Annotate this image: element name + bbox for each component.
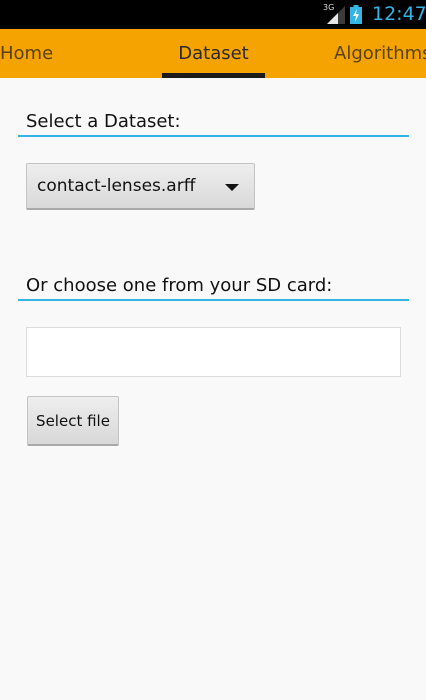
app-screen: 3G 12:47 Home Dataset Algorithms Select … bbox=[0, 0, 426, 700]
tab-algorithms[interactable]: Algorithms bbox=[334, 29, 426, 78]
tab-home[interactable]: Home bbox=[0, 29, 53, 78]
status-clock: 12:47 bbox=[372, 3, 426, 25]
tab-bar: Home Dataset Algorithms bbox=[0, 29, 426, 78]
select-file-button[interactable]: Select file bbox=[27, 396, 119, 446]
selected-tab-indicator bbox=[162, 73, 265, 78]
tab-dataset[interactable]: Dataset bbox=[162, 29, 265, 78]
battery-charging-icon bbox=[350, 5, 362, 24]
dropdown-arrow-icon bbox=[225, 184, 239, 191]
sd-card-header: Or choose one from your SD card: bbox=[18, 269, 409, 301]
dataset-spinner[interactable]: contact-lenses.arff bbox=[26, 163, 255, 210]
select-dataset-header-text: Select a Dataset: bbox=[26, 111, 181, 132]
select-dataset-header: Select a Dataset: bbox=[18, 105, 409, 137]
dataset-spinner-value: contact-lenses.arff bbox=[37, 176, 196, 196]
sd-card-header-text: Or choose one from your SD card: bbox=[26, 275, 333, 296]
status-bar: 3G 12:47 bbox=[0, 0, 426, 29]
file-path-input[interactable] bbox=[26, 327, 401, 377]
signal-icon bbox=[327, 6, 345, 24]
